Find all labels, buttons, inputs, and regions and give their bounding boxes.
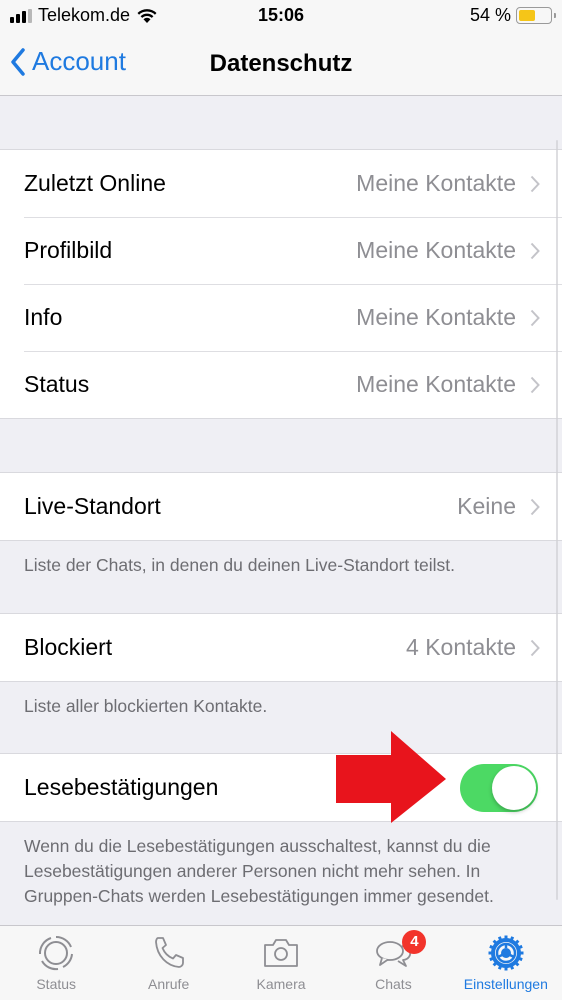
- settings-list[interactable]: Zuletzt Online Meine Kontakte Profilbild…: [0, 97, 562, 925]
- blocked-group: Blockiert 4 Kontakte: [0, 613, 562, 682]
- row-label: Zuletzt Online: [24, 170, 166, 196]
- row-label: Profilbild: [24, 237, 113, 263]
- tab-label: Kamera: [256, 976, 306, 992]
- gear-tooth: [504, 965, 508, 971]
- visibility-group: Zuletzt Online Meine Kontakte Profilbild…: [0, 149, 562, 419]
- live-location-footer: Liste der Chats, in denen du deinen Live…: [24, 555, 455, 575]
- chevron-right-icon: [530, 175, 540, 192]
- gear-tooth: [488, 951, 494, 955]
- row-lesebestaetigungen: Lesebestätigungen: [0, 754, 562, 821]
- chevron-right-icon: [530, 242, 540, 259]
- row-value: Meine Kontakte: [356, 371, 516, 397]
- tab-status[interactable]: Status: [0, 926, 112, 1000]
- page-title: Datenschutz: [209, 50, 353, 77]
- row-value: Meine Kontakte: [356, 237, 516, 263]
- live-location-group: Live-Standort Keine: [0, 472, 562, 541]
- red-arrow-annotation: [336, 731, 446, 823]
- row-status[interactable]: Status Meine Kontakte: [0, 351, 562, 418]
- status-right: 54 %: [469, 5, 556, 26]
- chevron-right-icon: [530, 639, 540, 656]
- tab-chats[interactable]: 4 Chats: [337, 926, 449, 1000]
- read-receipts-footer: Wenn du die Lesebestätigungen ausschalte…: [24, 836, 494, 906]
- tab-label: Chats: [375, 976, 412, 992]
- tab-label: Status: [36, 976, 77, 992]
- read-receipts-group: Lesebestätigungen: [0, 753, 562, 822]
- tab-label: Anrufe: [147, 976, 190, 992]
- settings-icon: [488, 935, 524, 971]
- camera-icon: [264, 939, 298, 967]
- phone-icon: [154, 937, 184, 968]
- tab-anrufe[interactable]: Anrufe: [112, 926, 224, 1000]
- tab-einstellungen[interactable]: Einstellungen: [450, 926, 562, 1000]
- scroll-indicator[interactable]: [556, 140, 558, 900]
- status-icon: [39, 935, 74, 971]
- row-profilbild[interactable]: Profilbild Meine Kontakte: [0, 217, 562, 284]
- row-label: Status: [24, 371, 90, 397]
- blocked-footer: Liste aller blockierten Kontakte.: [24, 696, 268, 716]
- battery-fill: [519, 10, 536, 21]
- tab-label: Einstellungen: [463, 976, 548, 992]
- toggle-knob: [492, 765, 536, 810]
- tab-bar: Status Anrufe Kamera 4 Chats Einstellung…: [0, 925, 562, 1000]
- row-zuletzt-online[interactable]: Zuletzt Online Meine Kontakte: [0, 150, 562, 217]
- row-info[interactable]: Info Meine Kontakte: [0, 284, 562, 351]
- row-value: Meine Kontakte: [356, 170, 516, 196]
- chevron-right-icon: [530, 498, 540, 515]
- gear-tooth: [518, 951, 524, 955]
- row-label: Blockiert: [24, 634, 113, 660]
- row-value: 4 Kontakte: [406, 634, 516, 660]
- navigation-bar: Account Datenschutz: [0, 32, 562, 96]
- row-blockiert[interactable]: Blockiert 4 Kontakte: [0, 614, 562, 681]
- unread-badge: 4: [402, 930, 427, 954]
- gear-tooth: [504, 935, 508, 941]
- status-bar: Telekom.de 15:06 54 %: [0, 0, 562, 32]
- row-live-standort[interactable]: Live-Standort Keine: [0, 473, 562, 540]
- chevron-right-icon: [530, 376, 540, 393]
- row-label: Info: [24, 304, 63, 330]
- row-value: Keine: [457, 493, 516, 519]
- tab-kamera[interactable]: Kamera: [225, 926, 337, 1000]
- row-value: Meine Kontakte: [356, 304, 516, 330]
- chevron-right-icon: [530, 309, 540, 326]
- battery-icon: [516, 7, 556, 24]
- row-label: Live-Standort: [24, 493, 161, 519]
- battery-percent: 54 %: [469, 5, 511, 25]
- read-receipts-toggle[interactable]: [460, 763, 538, 812]
